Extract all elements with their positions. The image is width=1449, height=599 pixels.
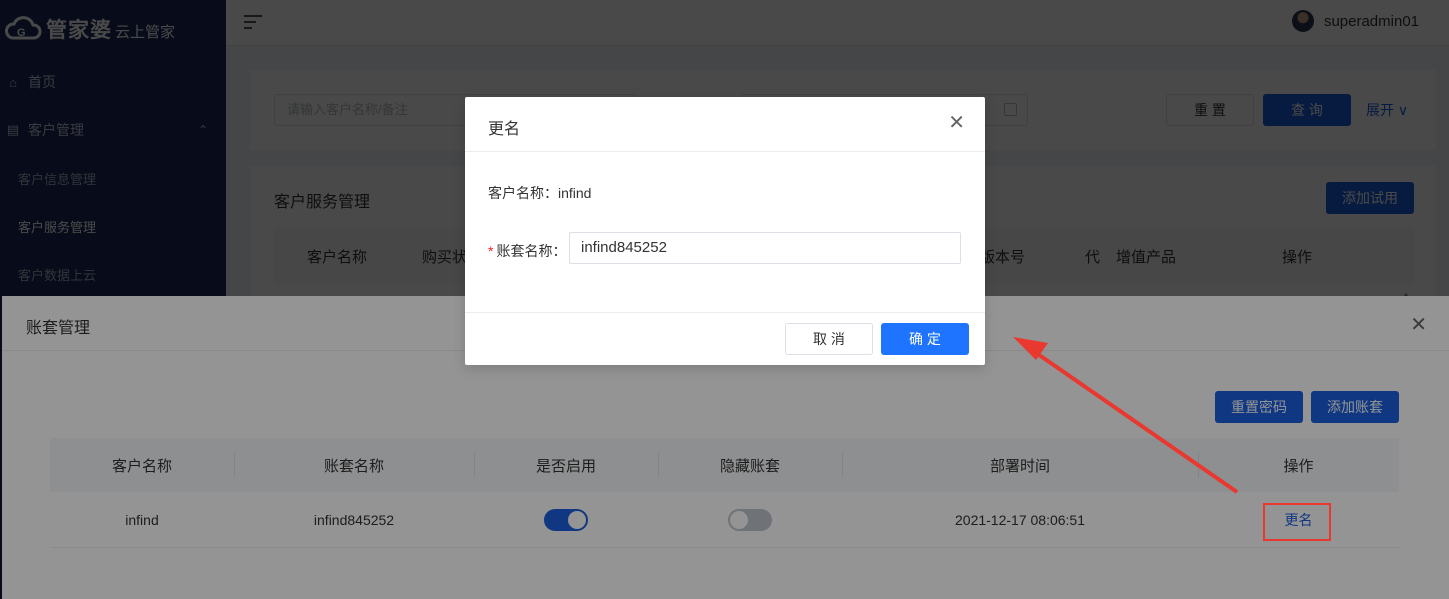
close-icon[interactable]: ✕ xyxy=(948,113,965,133)
dialog-header: 更名 ✕ xyxy=(465,97,985,152)
account-name-label: * 账套名称： xyxy=(488,241,566,261)
dialog-title: 更名 xyxy=(488,121,521,138)
confirm-button[interactable]: 确 定 xyxy=(881,323,969,355)
account-name-input[interactable]: infind845252 xyxy=(569,232,961,264)
required-mark: * xyxy=(488,243,494,259)
annotation-highlight-box xyxy=(1263,503,1331,541)
cancel-button[interactable]: 取 消 xyxy=(785,323,873,355)
dialog-footer: 取 消 确 定 xyxy=(465,312,985,365)
account-name-label-text: 账套名称： xyxy=(496,243,567,259)
customer-name-text: 客户名称：infind xyxy=(488,185,592,201)
rename-dialog: 更名 ✕ 客户名称：infind * 账套名称： infind845252 取 消… xyxy=(465,97,985,365)
